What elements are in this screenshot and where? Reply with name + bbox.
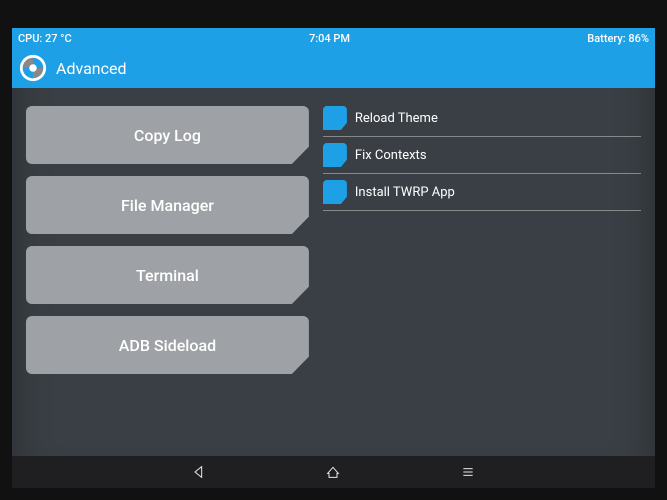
cpu-temp: CPU: 27 °C: [18, 32, 72, 45]
option-label: Install TWRP App: [355, 185, 455, 200]
nav-bar: [12, 456, 655, 488]
copy-log-button[interactable]: Copy Log: [26, 106, 309, 164]
button-label: Terminal: [136, 266, 199, 285]
home-icon[interactable]: [325, 464, 341, 480]
install-twrp-app-option[interactable]: Install TWRP App: [323, 180, 641, 211]
twrp-logo-icon: [18, 53, 48, 83]
adb-sideload-button[interactable]: ADB Sideload: [26, 316, 309, 374]
title-bar: Advanced: [12, 48, 655, 88]
menu-icon[interactable]: [460, 464, 476, 480]
status-bar: CPU: 27 °C 7:04 PM Battery: 86%: [12, 28, 655, 48]
button-label: ADB Sideload: [119, 336, 216, 355]
back-icon[interactable]: [191, 464, 207, 480]
clock: 7:04 PM: [309, 32, 350, 45]
option-label: Fix Contexts: [355, 148, 427, 163]
button-label: Copy Log: [134, 126, 201, 145]
checkbox-icon: [323, 143, 347, 167]
fix-contexts-option[interactable]: Fix Contexts: [323, 143, 641, 174]
terminal-button[interactable]: Terminal: [26, 246, 309, 304]
page-title: Advanced: [56, 59, 127, 78]
button-label: File Manager: [121, 196, 214, 215]
checkbox-icon: [323, 106, 347, 130]
file-manager-button[interactable]: File Manager: [26, 176, 309, 234]
battery-level: Battery: 86%: [587, 32, 649, 45]
checkbox-icon: [323, 180, 347, 204]
option-label: Reload Theme: [355, 111, 438, 126]
reload-theme-option[interactable]: Reload Theme: [323, 106, 641, 137]
